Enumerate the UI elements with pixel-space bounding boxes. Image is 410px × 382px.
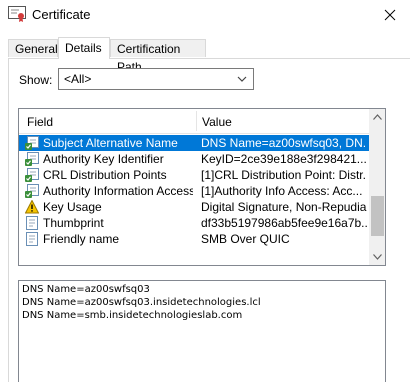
- list-row[interactable]: Authority Information Access [1]Authority…: [19, 183, 369, 199]
- tab-strip: General Details Certification Path: [8, 37, 408, 74]
- row-value: KeyID=2ce39e188e3f298421...: [201, 152, 367, 166]
- title-bar: Certificate: [0, 0, 410, 30]
- tab-general[interactable]: General: [8, 39, 58, 57]
- chevron-down-icon: [237, 76, 247, 82]
- column-header-value[interactable]: Value: [202, 115, 232, 129]
- detail-line: DNS Name=az00swfsq03.insidetechnologies.…: [22, 297, 261, 308]
- row-field: Key Usage: [43, 200, 102, 214]
- window-title: Certificate: [32, 7, 91, 22]
- extension-icon: [25, 168, 39, 182]
- tab-details[interactable]: Details: [58, 37, 110, 59]
- field-list[interactable]: Field Value Subject Alternative Name DNS …: [18, 108, 386, 266]
- list-row[interactable]: Authority Key Identifier KeyID=2ce39e188e…: [19, 151, 369, 167]
- tab-certification-path[interactable]: Certification Path: [110, 39, 206, 74]
- certificate-icon: [8, 6, 26, 22]
- column-header-field[interactable]: Field: [27, 115, 53, 129]
- detail-line: DNS Name=smb.insidetechnologieslab.com: [22, 310, 243, 321]
- value-detail-box[interactable]: DNS Name=az00swfsq03 DNS Name=az00swfsq0…: [18, 280, 386, 382]
- list-row[interactable]: Friendly name SMB Over QUIC: [19, 231, 369, 247]
- property-icon: [25, 216, 39, 230]
- column-divider[interactable]: [196, 111, 197, 131]
- row-value: df33b5197986ab5fee9e16a7b...: [201, 216, 367, 230]
- row-field: Thumbprint: [43, 216, 104, 230]
- row-value: [1]CRL Distribution Point: Distr...: [201, 168, 367, 182]
- detail-line: DNS Name=az00swfsq03: [22, 284, 150, 295]
- row-field: Authority Information Access: [43, 184, 193, 198]
- show-label: Show:: [19, 73, 53, 87]
- row-field: Subject Alternative Name: [43, 136, 178, 150]
- extension-icon: [25, 152, 39, 166]
- row-value: [1]Authority Info Access: Acc...: [201, 184, 363, 198]
- close-button[interactable]: [370, 0, 410, 30]
- show-dropdown-value: <All>: [64, 72, 92, 86]
- vertical-scrollbar[interactable]: [369, 109, 385, 265]
- extension-icon: [25, 184, 39, 198]
- list-row[interactable]: CRL Distribution Points [1]CRL Distributi…: [19, 167, 369, 183]
- row-value: SMB Over QUIC: [201, 232, 290, 246]
- scroll-up-icon[interactable]: [373, 114, 382, 120]
- list-row[interactable]: Subject Alternative Name DNS Name=az00swf…: [19, 135, 369, 151]
- list-row[interactable]: Key Usage Digital Signature, Non-Repudia.…: [19, 199, 369, 215]
- row-field: Friendly name: [43, 232, 120, 246]
- row-field: Authority Key Identifier: [43, 152, 164, 166]
- extension-icon: [25, 136, 39, 150]
- close-icon: [384, 9, 396, 21]
- scrollbar-thumb[interactable]: [371, 196, 384, 237]
- row-value: DNS Name=az00swfsq03, DN...: [201, 136, 367, 150]
- show-dropdown[interactable]: <All>: [58, 68, 254, 90]
- list-header: Field Value: [19, 109, 369, 134]
- row-field: CRL Distribution Points: [43, 168, 167, 182]
- warning-extension-icon: [24, 199, 40, 214]
- row-value: Digital Signature, Non-Repudia...: [201, 200, 367, 214]
- scroll-down-icon[interactable]: [373, 254, 382, 260]
- property-icon: [25, 232, 39, 246]
- list-row[interactable]: Thumbprint df33b5197986ab5fee9e16a7b...: [19, 215, 369, 231]
